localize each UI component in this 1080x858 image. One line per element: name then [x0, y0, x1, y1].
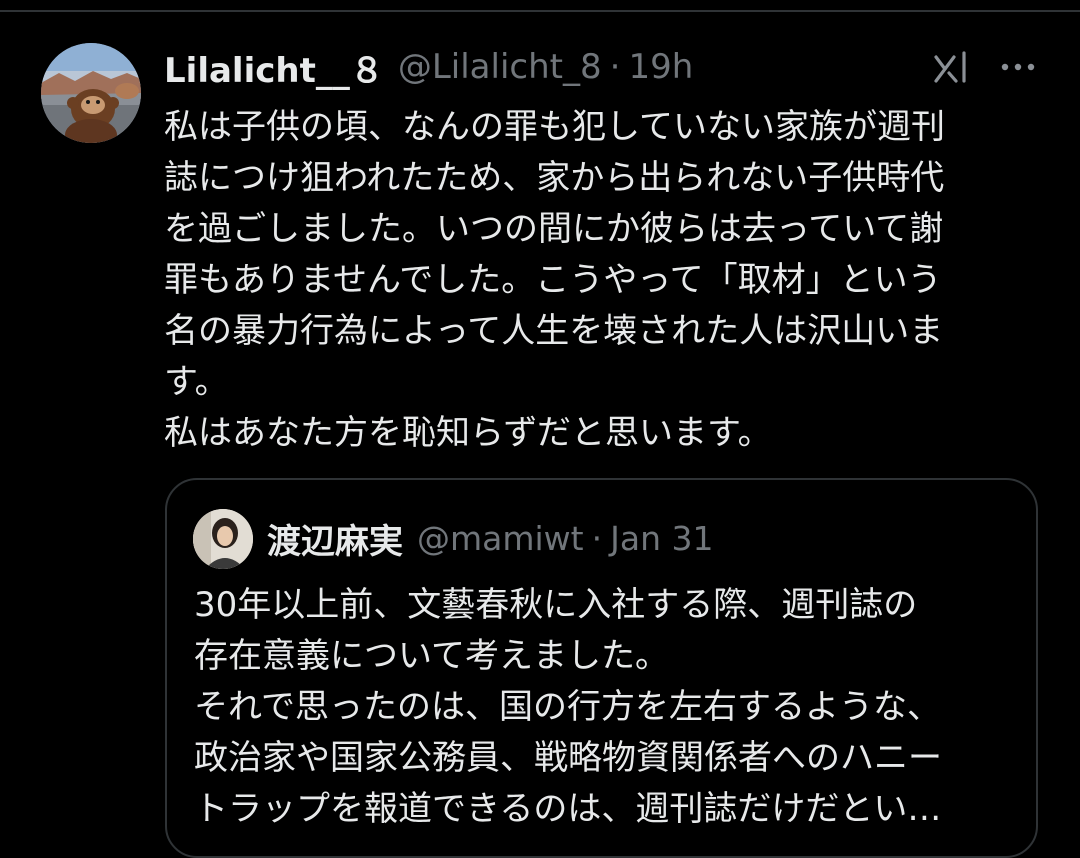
quoted-meta-separator: · [591, 518, 603, 558]
quoted-author-meta: @mamiwt · Jan 31 [417, 519, 713, 558]
quoted-author-avatar[interactable] [193, 509, 253, 569]
tweet-timestamp[interactable]: 19h [628, 47, 693, 87]
top-divider [0, 10, 1080, 12]
tweet-text: 私は子供の頃、なんの罪も犯していない家族が週刊 誌につけ狙われたため、家から出ら… [164, 102, 1024, 459]
avatar-image [41, 43, 141, 143]
quoted-text-line: 政治家や国家公務員、戦略物資関係者へのハニー [194, 738, 942, 778]
author-avatar[interactable] [41, 43, 141, 143]
quoted-tweet-text: 30年以上前、文藝春秋に入社する際、週刊誌の 存在意義について考えました。 それ… [194, 580, 1014, 835]
quoted-text-line: トラップを報道できるのは、週刊誌だけだとい… [194, 789, 942, 829]
quoted-tweet-date[interactable]: Jan 31 [610, 519, 713, 558]
tweet-text-line: 私は子供の頃、なんの罪も犯していない家族が週刊 [164, 107, 945, 147]
tweet-text-line: を過ごしました。いつの間にか彼らは去っていて謝 [164, 209, 944, 249]
quoted-avatar-image [193, 509, 253, 569]
tweet-text-line: 罪もありませんでした。こうやって「取材」という [164, 260, 942, 300]
author-display-name[interactable]: Lilalicht__８ [164, 43, 384, 92]
quoted-text-line: それで思ったのは、国の行方を左右するような、 [194, 687, 941, 727]
grok-icon[interactable] [930, 47, 970, 87]
tweet-header: Lilalicht__８ @Lilalicht_8 · 19h [164, 43, 693, 92]
quoted-author-display-name[interactable]: 渡辺麻実 [267, 514, 403, 563]
quoted-author-handle[interactable]: @mamiwt [417, 519, 584, 558]
quoted-text-line: 30年以上前、文藝春秋に入社する際、週刊誌の [194, 585, 918, 625]
meta-separator: · [609, 47, 621, 87]
author-meta: @Lilalicht_8 · 19h [398, 47, 693, 87]
author-handle[interactable]: @Lilalicht_8 [398, 47, 602, 87]
tweet-text-line: 誌につけ狙われたため、家から出られない子供時代 [164, 158, 945, 198]
tweet-text-line: す。 [164, 362, 229, 402]
quoted-text-line: 存在意義について考えました。 [194, 636, 669, 676]
quoted-tweet-header: 渡辺麻実 @mamiwt · Jan 31 [267, 514, 713, 562]
more-icon[interactable] [996, 52, 1040, 82]
tweet-text-line: 名の暴力行為によって人生を壊された人は沢山いま [164, 311, 944, 351]
tweet-text-line: 私はあなた方を恥知らずだと思います。 [164, 413, 772, 453]
